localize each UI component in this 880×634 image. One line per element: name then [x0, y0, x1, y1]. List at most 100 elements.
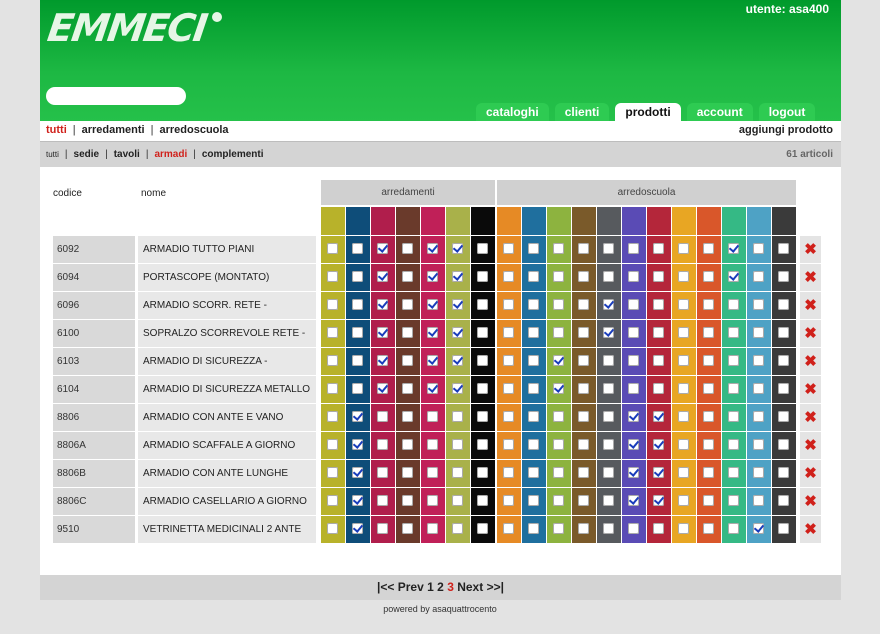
color-checkbox[interactable] — [678, 299, 689, 310]
product-code[interactable]: 8806A — [53, 432, 135, 459]
color-checkbox[interactable] — [528, 355, 539, 366]
color-checkbox[interactable] — [477, 439, 488, 450]
color-checkbox[interactable] — [753, 355, 764, 366]
color-checkbox[interactable] — [678, 523, 689, 534]
color-checkbox[interactable] — [528, 411, 539, 422]
product-code[interactable]: 8806 — [53, 404, 135, 431]
color-checkbox[interactable] — [678, 411, 689, 422]
color-checkbox[interactable] — [452, 355, 463, 366]
color-checkbox[interactable] — [503, 523, 514, 534]
color-checkbox[interactable] — [578, 383, 589, 394]
color-checkbox[interactable] — [528, 383, 539, 394]
tab-account[interactable]: account — [686, 103, 753, 121]
color-checkbox[interactable] — [628, 327, 639, 338]
color-checkbox[interactable] — [628, 523, 639, 534]
color-checkbox[interactable] — [753, 495, 764, 506]
color-checkbox[interactable] — [427, 271, 438, 282]
color-checkbox[interactable] — [628, 467, 639, 478]
color-checkbox[interactable] — [352, 411, 363, 422]
color-checkbox[interactable] — [377, 327, 388, 338]
delete-icon[interactable]: ✖ — [800, 348, 821, 375]
color-checkbox[interactable] — [628, 439, 639, 450]
color-checkbox[interactable] — [753, 271, 764, 282]
color-checkbox[interactable] — [528, 299, 539, 310]
color-checkbox[interactable] — [628, 271, 639, 282]
color-checkbox[interactable] — [477, 495, 488, 506]
color-checkbox[interactable] — [728, 411, 739, 422]
add-product-link[interactable]: aggiungi prodotto — [739, 124, 833, 136]
color-checkbox[interactable] — [703, 411, 714, 422]
color-checkbox[interactable] — [377, 243, 388, 254]
color-checkbox[interactable] — [477, 271, 488, 282]
color-checkbox[interactable] — [778, 439, 789, 450]
color-checkbox[interactable] — [728, 439, 739, 450]
color-checkbox[interactable] — [603, 271, 614, 282]
product-code[interactable]: 6092 — [53, 236, 135, 263]
color-checkbox[interactable] — [503, 271, 514, 282]
color-checkbox[interactable] — [503, 439, 514, 450]
color-checkbox[interactable] — [728, 327, 739, 338]
color-checkbox[interactable] — [753, 299, 764, 310]
product-name[interactable]: SOPRALZO SCORREVOLE RETE - — [138, 320, 316, 347]
color-checkbox[interactable] — [603, 467, 614, 478]
color-checkbox[interactable] — [628, 383, 639, 394]
color-checkbox[interactable] — [703, 271, 714, 282]
logo[interactable]: EMMECI — [45, 6, 209, 50]
product-name[interactable]: ARMADIO CON ANTE LUNGHE — [138, 460, 316, 487]
color-checkbox[interactable] — [578, 327, 589, 338]
color-checkbox[interactable] — [427, 355, 438, 366]
color-checkbox[interactable] — [427, 383, 438, 394]
color-checkbox[interactable] — [477, 243, 488, 254]
color-checkbox[interactable] — [528, 495, 539, 506]
color-checkbox[interactable] — [477, 523, 488, 534]
color-checkbox[interactable] — [503, 327, 514, 338]
color-checkbox[interactable] — [703, 355, 714, 366]
color-checkbox[interactable] — [327, 495, 338, 506]
color-checkbox[interactable] — [427, 243, 438, 254]
color-checkbox[interactable] — [452, 243, 463, 254]
color-checkbox[interactable] — [678, 327, 689, 338]
color-checkbox[interactable] — [578, 495, 589, 506]
color-checkbox[interactable] — [728, 243, 739, 254]
color-checkbox[interactable] — [703, 523, 714, 534]
color-checkbox[interactable] — [778, 383, 789, 394]
color-checkbox[interactable] — [402, 299, 413, 310]
color-checkbox[interactable] — [452, 467, 463, 478]
color-checkbox[interactable] — [402, 439, 413, 450]
delete-icon[interactable]: ✖ — [800, 460, 821, 487]
color-checkbox[interactable] — [578, 271, 589, 282]
pager-prev[interactable]: Prev — [398, 580, 424, 594]
product-code[interactable]: 8806B — [53, 460, 135, 487]
color-checkbox[interactable] — [377, 467, 388, 478]
color-checkbox[interactable] — [553, 327, 564, 338]
color-checkbox[interactable] — [452, 327, 463, 338]
product-code[interactable]: 6094 — [53, 264, 135, 291]
color-checkbox[interactable] — [653, 467, 664, 478]
color-checkbox[interactable] — [653, 411, 664, 422]
color-checkbox[interactable] — [728, 355, 739, 366]
color-checkbox[interactable] — [628, 299, 639, 310]
color-checkbox[interactable] — [528, 327, 539, 338]
color-checkbox[interactable] — [678, 439, 689, 450]
color-checkbox[interactable] — [678, 243, 689, 254]
color-checkbox[interactable] — [628, 243, 639, 254]
pager-page[interactable]: 3 — [447, 580, 454, 594]
color-checkbox[interactable] — [452, 411, 463, 422]
color-checkbox[interactable] — [553, 467, 564, 478]
color-checkbox[interactable] — [528, 243, 539, 254]
product-name[interactable]: ARMADIO DI SICUREZZA - — [138, 348, 316, 375]
color-checkbox[interactable] — [327, 327, 338, 338]
color-checkbox[interactable] — [477, 383, 488, 394]
color-checkbox[interactable] — [603, 299, 614, 310]
tab-prodotti[interactable]: prodotti — [615, 103, 681, 121]
color-checkbox[interactable] — [352, 355, 363, 366]
subcategory-tutti[interactable]: tutti — [46, 150, 59, 159]
color-checkbox[interactable] — [603, 383, 614, 394]
color-checkbox[interactable] — [377, 523, 388, 534]
color-checkbox[interactable] — [327, 523, 338, 534]
color-checkbox[interactable] — [653, 243, 664, 254]
color-checkbox[interactable] — [427, 299, 438, 310]
search-input[interactable] — [46, 87, 186, 105]
category-tutti[interactable]: tutti — [46, 124, 67, 136]
color-checkbox[interactable] — [553, 439, 564, 450]
